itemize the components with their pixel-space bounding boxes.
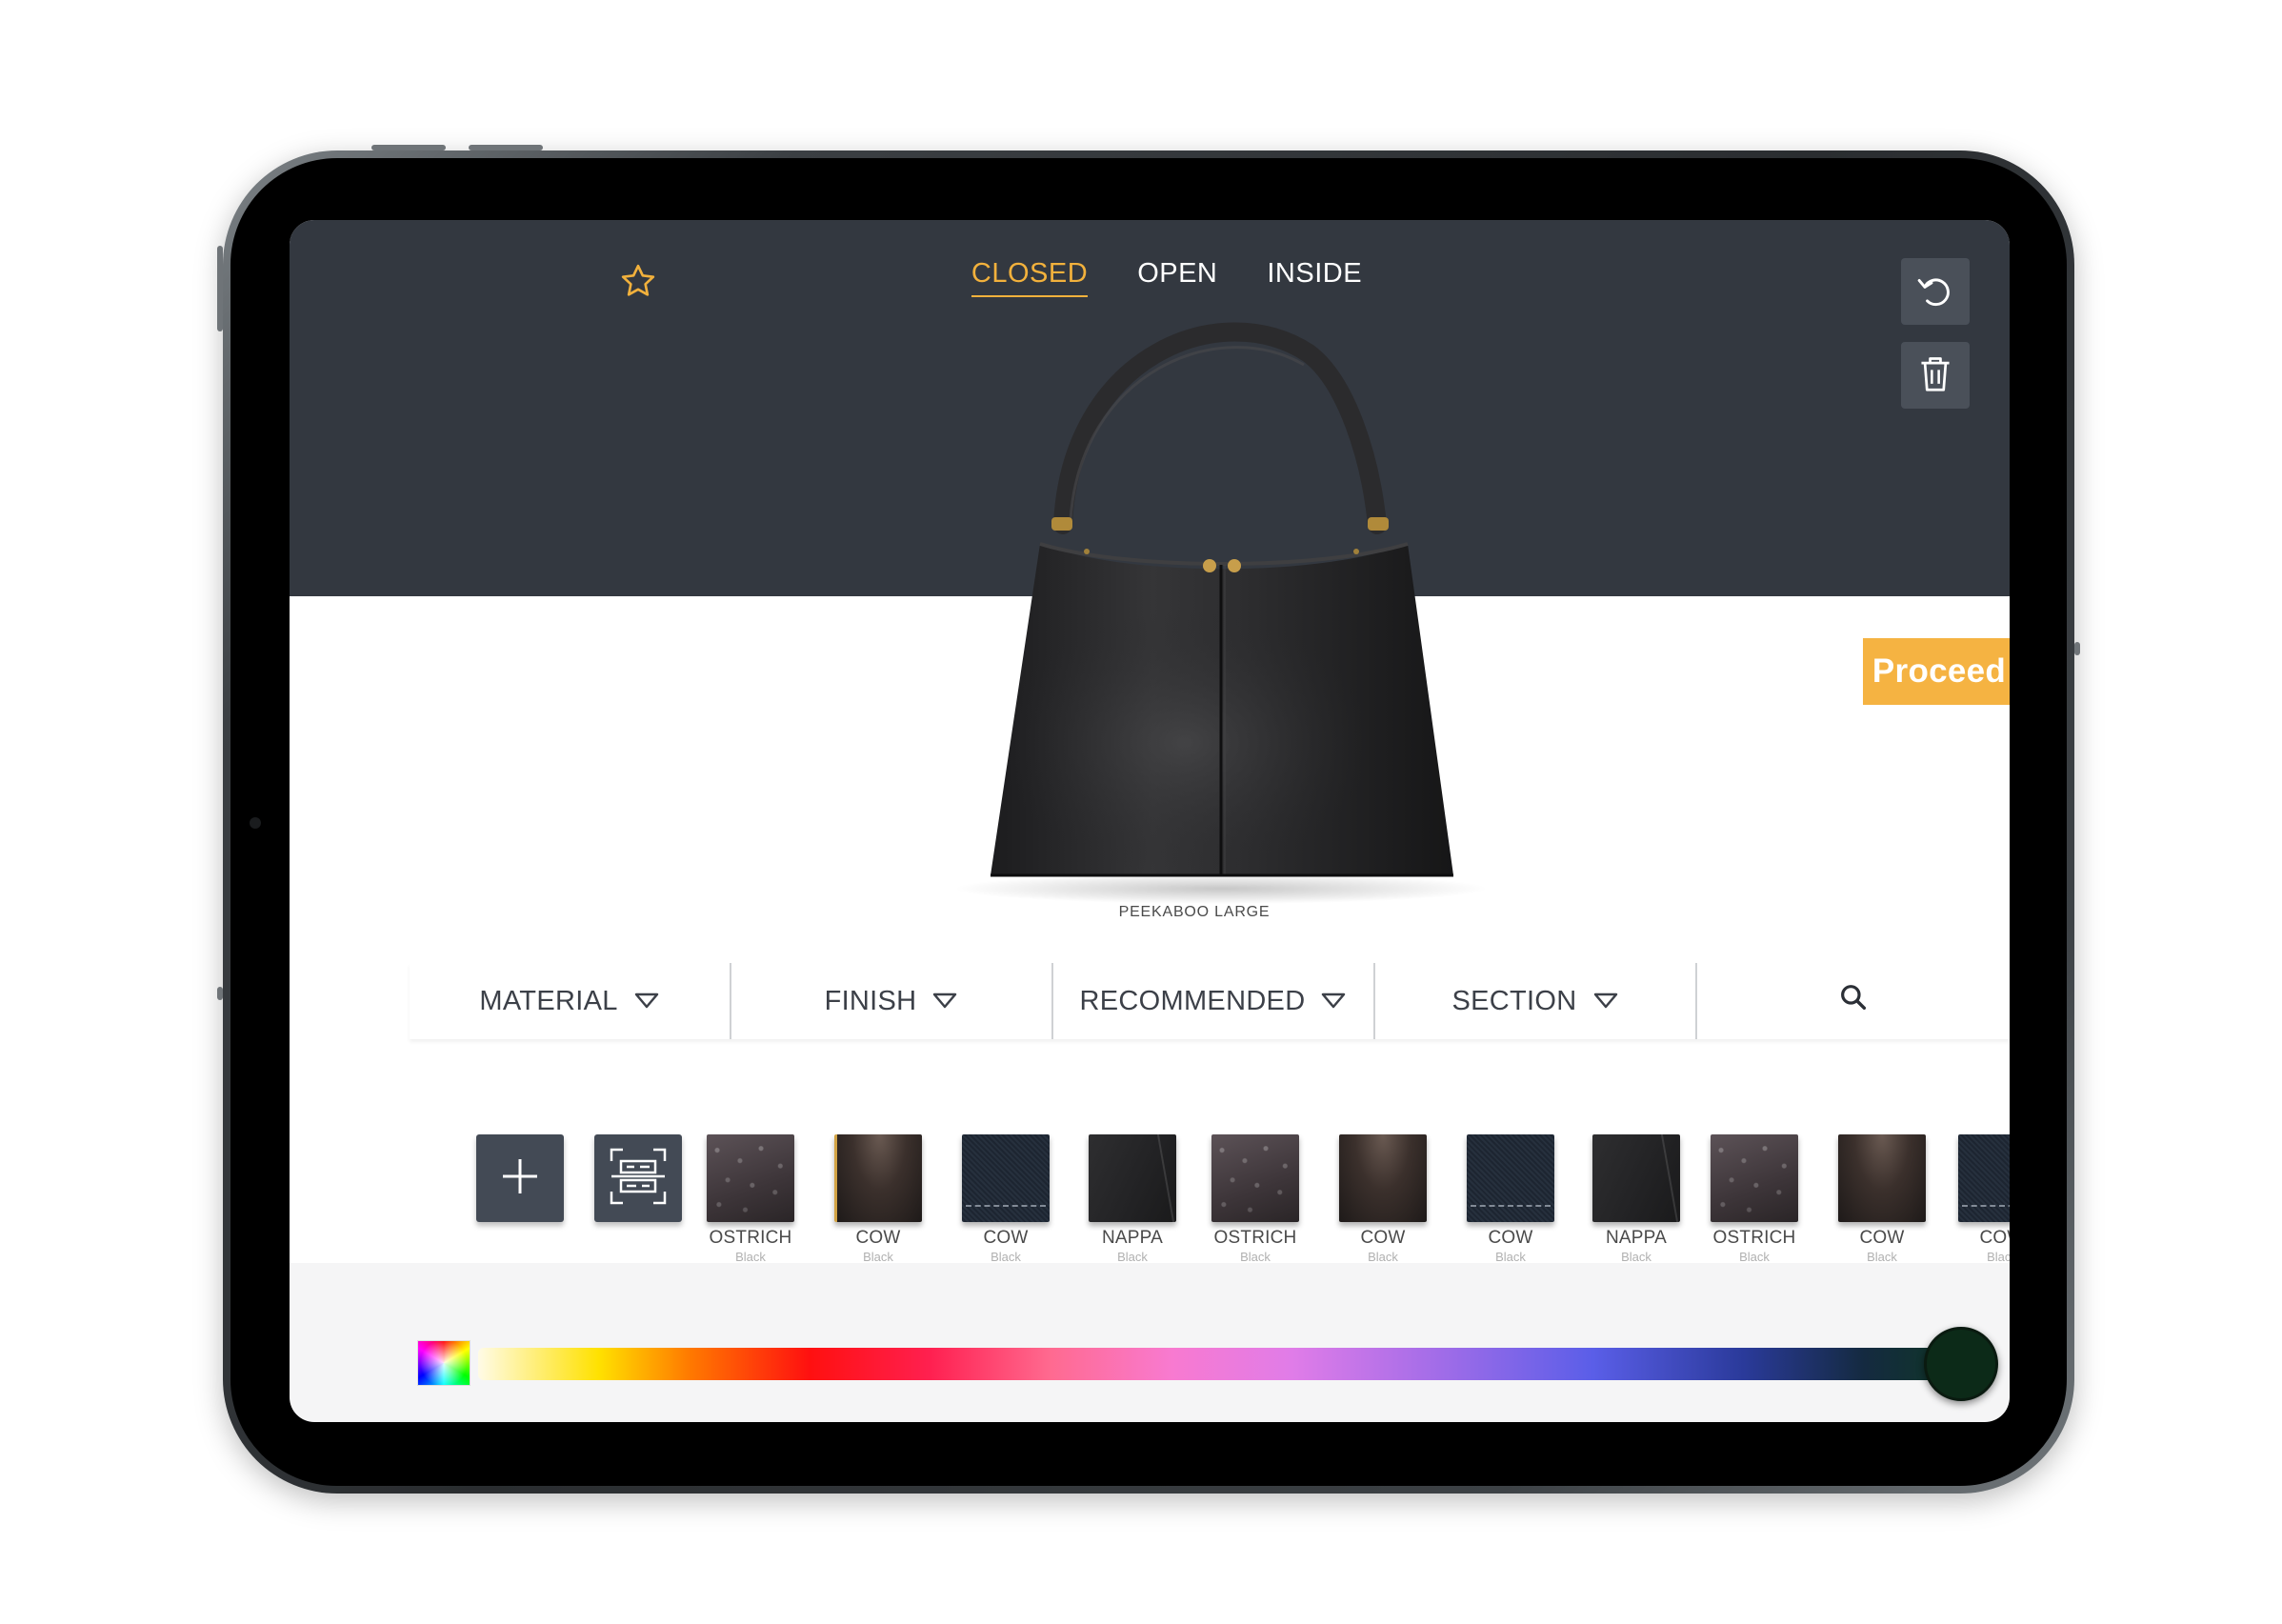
filter-label: FINISH xyxy=(824,985,917,1016)
swatch-color: Black xyxy=(1987,1250,2010,1264)
filter-material-dropdown[interactable]: MATERIAL xyxy=(410,963,731,1039)
search-button[interactable] xyxy=(1697,963,2010,1039)
device-side-button xyxy=(2074,642,2080,655)
swatch-chip xyxy=(1467,1134,1554,1222)
material-swatch-list: OSTRICH Black COW Black COW Black NAPPA … xyxy=(476,1134,2010,1268)
filter-recommended-dropdown[interactable]: RECOMMENDED xyxy=(1053,963,1375,1039)
delete-button[interactable] xyxy=(1901,342,1970,409)
device-top-button xyxy=(469,145,543,150)
scan-material-button[interactable] xyxy=(594,1134,682,1222)
swatch-chip xyxy=(707,1134,794,1222)
proceed-button[interactable]: Proceed xyxy=(1863,638,2010,705)
device-side-button xyxy=(217,246,223,331)
swatch-name: COW xyxy=(1859,1228,1905,1248)
swatch-name: COW xyxy=(1979,1228,2010,1248)
product-image xyxy=(937,315,1509,906)
swatch-name: NAPPA xyxy=(1605,1228,1667,1248)
product-name: PEEKABOO LARGE xyxy=(1118,904,1271,920)
swatch-color: Black xyxy=(1117,1250,1148,1264)
swatch-chip xyxy=(834,1134,922,1222)
device-camera xyxy=(250,817,261,829)
swatch-ostrich[interactable]: OSTRICH Black xyxy=(1198,1134,1312,1264)
swatch-color: Black xyxy=(1495,1250,1526,1264)
swatch-ostrich[interactable]: OSTRICH Black xyxy=(1697,1134,1812,1264)
tab-closed[interactable]: CLOSED xyxy=(971,258,1089,297)
swatch-color: Black xyxy=(1368,1250,1398,1264)
undo-button[interactable] xyxy=(1901,258,1970,325)
chevron-down-icon xyxy=(1320,986,1347,1017)
chevron-down-icon xyxy=(1592,986,1619,1017)
swatch-chip xyxy=(1089,1134,1176,1222)
swatch-cow[interactable]: COW Black xyxy=(949,1134,1063,1264)
swatch-cow[interactable]: COW Black xyxy=(1453,1134,1568,1264)
swatch-chip xyxy=(962,1134,1050,1222)
swatch-cow[interactable]: COW Black xyxy=(821,1134,935,1264)
filter-label: SECTION xyxy=(1451,985,1577,1016)
device-top-button xyxy=(371,145,446,150)
swatch-color: Black xyxy=(991,1250,1021,1264)
swatch-color: Black xyxy=(1621,1250,1651,1264)
swatch-color: Black xyxy=(1739,1250,1770,1264)
swatch-chip xyxy=(1958,1134,2010,1222)
swatch-name: COW xyxy=(855,1228,901,1248)
undo-icon xyxy=(1914,269,1956,315)
chevron-down-icon xyxy=(931,986,958,1017)
swatch-chip xyxy=(1711,1134,1798,1222)
tab-inside[interactable]: INSIDE xyxy=(1267,258,1362,297)
swatch-chip xyxy=(1592,1134,1680,1222)
swatch-cow[interactable]: COW Black xyxy=(1326,1134,1440,1264)
filter-finish-dropdown[interactable]: FINISH xyxy=(731,963,1053,1039)
swatch-color: Black xyxy=(1867,1250,1897,1264)
color-slider-thumb[interactable] xyxy=(1924,1327,1998,1401)
trash-icon xyxy=(1916,352,1954,399)
swatch-name: COW xyxy=(1360,1228,1406,1248)
color-picker-button[interactable] xyxy=(417,1340,470,1386)
swatch-name: OSTRICH xyxy=(709,1228,792,1248)
plus-icon xyxy=(497,1153,543,1204)
swatch-color: Black xyxy=(863,1250,893,1264)
tab-open[interactable]: OPEN xyxy=(1137,258,1217,297)
qr-scan-icon xyxy=(608,1146,669,1212)
device-side-button xyxy=(217,987,223,1000)
swatch-chip xyxy=(1339,1134,1427,1222)
swatch-color: Black xyxy=(735,1250,766,1264)
swatch-name: COW xyxy=(983,1228,1029,1248)
swatch-chip xyxy=(1838,1134,1926,1222)
view-tabs: CLOSED OPEN INSIDE xyxy=(290,258,2010,297)
swatch-nappa[interactable]: NAPPA Black xyxy=(1579,1134,1693,1264)
color-slider-track[interactable] xyxy=(478,1348,1985,1380)
app-screen: CLOSED OPEN INSIDE PEEKABOO LARGE Procee… xyxy=(290,220,2010,1422)
swatch-cow[interactable]: COW Black xyxy=(1945,1134,2010,1264)
swatch-color: Black xyxy=(1240,1250,1271,1264)
swatch-name: OSTRICH xyxy=(1712,1228,1796,1248)
swatch-ostrich[interactable]: OSTRICH Black xyxy=(693,1134,808,1264)
swatch-chip xyxy=(1211,1134,1299,1222)
swatch-nappa[interactable]: NAPPA Black xyxy=(1075,1134,1190,1264)
swatch-cow[interactable]: COW Black xyxy=(1825,1134,1939,1264)
swatch-name: COW xyxy=(1488,1228,1533,1248)
chevron-down-icon xyxy=(633,986,660,1017)
filter-bar: MATERIAL FINISH RECOMMENDED SECTION xyxy=(410,963,2010,1039)
swatch-name: OSTRICH xyxy=(1213,1228,1297,1248)
filter-section-dropdown[interactable]: SECTION xyxy=(1375,963,1697,1039)
filter-label: MATERIAL xyxy=(479,985,618,1016)
filter-label: RECOMMENDED xyxy=(1079,985,1306,1016)
swatch-name: NAPPA xyxy=(1101,1228,1163,1248)
add-material-button[interactable] xyxy=(476,1134,564,1222)
search-icon xyxy=(1838,982,1869,1020)
